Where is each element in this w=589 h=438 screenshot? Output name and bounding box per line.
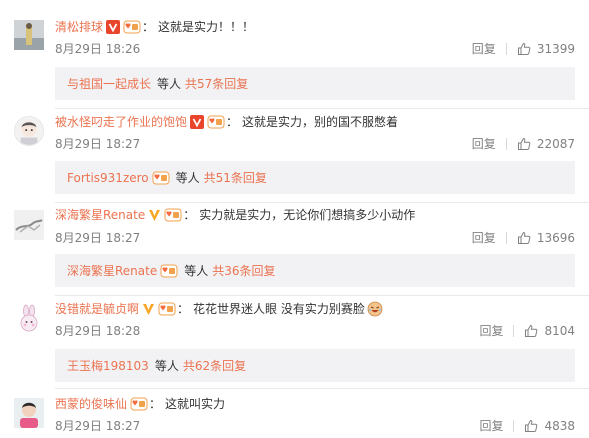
comment-username[interactable]: 清松排球 bbox=[55, 19, 103, 35]
subreply-bar: 与祖国一起成长 等人 共57条回复 bbox=[55, 67, 575, 100]
view-replies-link[interactable]: 共57条回复 bbox=[185, 75, 248, 92]
comment-colon: ： bbox=[142, 20, 155, 34]
comment-colon: ： bbox=[149, 397, 162, 411]
avatar[interactable] bbox=[14, 304, 44, 334]
like-button[interactable]: 13696 bbox=[517, 231, 575, 245]
comment-username[interactable]: 没错就是毓贞啊 bbox=[55, 301, 139, 317]
comment-text: 这就是实力，别的国不服憋着 bbox=[242, 115, 399, 129]
fan-badge-icon bbox=[123, 20, 141, 34]
comment-divider bbox=[55, 295, 589, 296]
subreply-username[interactable]: 与祖国一起成长 bbox=[67, 75, 151, 92]
comment-divider bbox=[55, 388, 589, 389]
like-count: 4838 bbox=[544, 419, 575, 433]
like-count: 31399 bbox=[536, 42, 575, 56]
subreply-bar: 王玉梅198103 等人 共62条回复 bbox=[55, 349, 575, 382]
like-count: 22087 bbox=[536, 137, 575, 151]
comment-colon: ： bbox=[177, 302, 190, 316]
subreply-dengren: 等人 bbox=[154, 359, 179, 373]
fan-badge-icon bbox=[152, 171, 170, 185]
view-replies-link[interactable]: 共62条回复 bbox=[183, 357, 246, 374]
avatar[interactable] bbox=[14, 210, 44, 240]
comment-colon: ： bbox=[183, 208, 196, 222]
action-divider bbox=[505, 232, 507, 244]
view-replies-link[interactable]: 共51条回复 bbox=[204, 169, 267, 186]
action-divider bbox=[513, 325, 515, 337]
action-divider bbox=[505, 43, 507, 55]
subreply-username[interactable]: Fortis931zero bbox=[67, 171, 149, 185]
comment-time: 8月29日 18:27 bbox=[55, 137, 141, 151]
reply-button[interactable]: 回复 bbox=[472, 42, 496, 56]
verified-v-gold-icon bbox=[142, 302, 155, 316]
fan-badge-icon bbox=[164, 208, 182, 222]
fan-badge-icon bbox=[130, 397, 148, 411]
reply-button[interactable]: 回复 bbox=[472, 137, 496, 151]
like-button[interactable]: 8104 bbox=[524, 324, 575, 338]
like-button[interactable]: 22087 bbox=[517, 137, 575, 151]
comment-username[interactable]: 被水怪叼走了作业的饱饱 bbox=[55, 114, 187, 130]
subreply-dengren: 等人 bbox=[157, 77, 182, 91]
verified-v-icon bbox=[106, 20, 121, 34]
avatar[interactable] bbox=[14, 20, 44, 50]
comment-username[interactable]: 西蒙的俊味仙 bbox=[55, 396, 127, 412]
subreply-username[interactable]: 深海繁星Renate bbox=[67, 262, 157, 279]
thumbs-up-icon bbox=[517, 137, 531, 150]
like-count: 8104 bbox=[544, 324, 575, 338]
action-divider bbox=[505, 138, 507, 150]
subreply-bar: Fortis931zero 等人 共51条回复 bbox=[55, 161, 575, 194]
subreply-dengren: 等人 bbox=[175, 171, 200, 185]
like-button[interactable]: 4838 bbox=[524, 419, 575, 433]
avatar[interactable] bbox=[14, 116, 44, 146]
fan-badge-icon bbox=[207, 115, 225, 129]
fan-badge-icon bbox=[158, 302, 176, 316]
comment-time: 8月29日 18:26 bbox=[55, 42, 141, 56]
comment-username[interactable]: 深海繁星Renate bbox=[55, 207, 145, 223]
subreply-dengren: 等人 bbox=[184, 264, 209, 278]
action-divider bbox=[513, 420, 515, 432]
comment-text: 这就叫实力 bbox=[165, 397, 226, 411]
comment-divider bbox=[55, 202, 589, 203]
comment-time: 8月29日 18:27 bbox=[55, 231, 141, 245]
reply-button[interactable]: 回复 bbox=[479, 324, 503, 338]
verified-v-icon bbox=[190, 115, 205, 129]
comment-colon: ： bbox=[226, 115, 239, 129]
laughing-emoji-icon bbox=[367, 301, 383, 317]
thumbs-up-icon bbox=[517, 231, 531, 244]
subreply-username[interactable]: 王玉梅198103 bbox=[67, 357, 149, 374]
comment-text: 花花世界迷人眼 没有实力别赛脸 bbox=[193, 302, 365, 316]
thumbs-up-icon bbox=[525, 419, 538, 432]
comment-time: 8月29日 18:28 bbox=[55, 324, 141, 338]
comment-divider bbox=[55, 108, 589, 109]
thumbs-up-icon bbox=[525, 324, 538, 337]
comment-text: 实力就是实力，无论你们想搞多少小动作 bbox=[199, 208, 416, 222]
verified-v-gold-icon bbox=[148, 208, 161, 222]
reply-button[interactable]: 回复 bbox=[472, 231, 496, 245]
thumbs-up-icon bbox=[517, 42, 531, 55]
comment-time: 8月29日 18:27 bbox=[55, 419, 141, 433]
view-replies-link[interactable]: 共36条回复 bbox=[212, 262, 275, 279]
comment-text: 这就是实力！！！ bbox=[158, 20, 255, 34]
subreply-bar: 深海繁星Renate 等人 共36条回复 bbox=[55, 254, 575, 287]
like-count: 13696 bbox=[536, 231, 575, 245]
reply-button[interactable]: 回复 bbox=[479, 419, 503, 433]
fan-badge-icon bbox=[160, 264, 178, 278]
avatar[interactable] bbox=[14, 398, 44, 428]
like-button[interactable]: 31399 bbox=[517, 42, 575, 56]
